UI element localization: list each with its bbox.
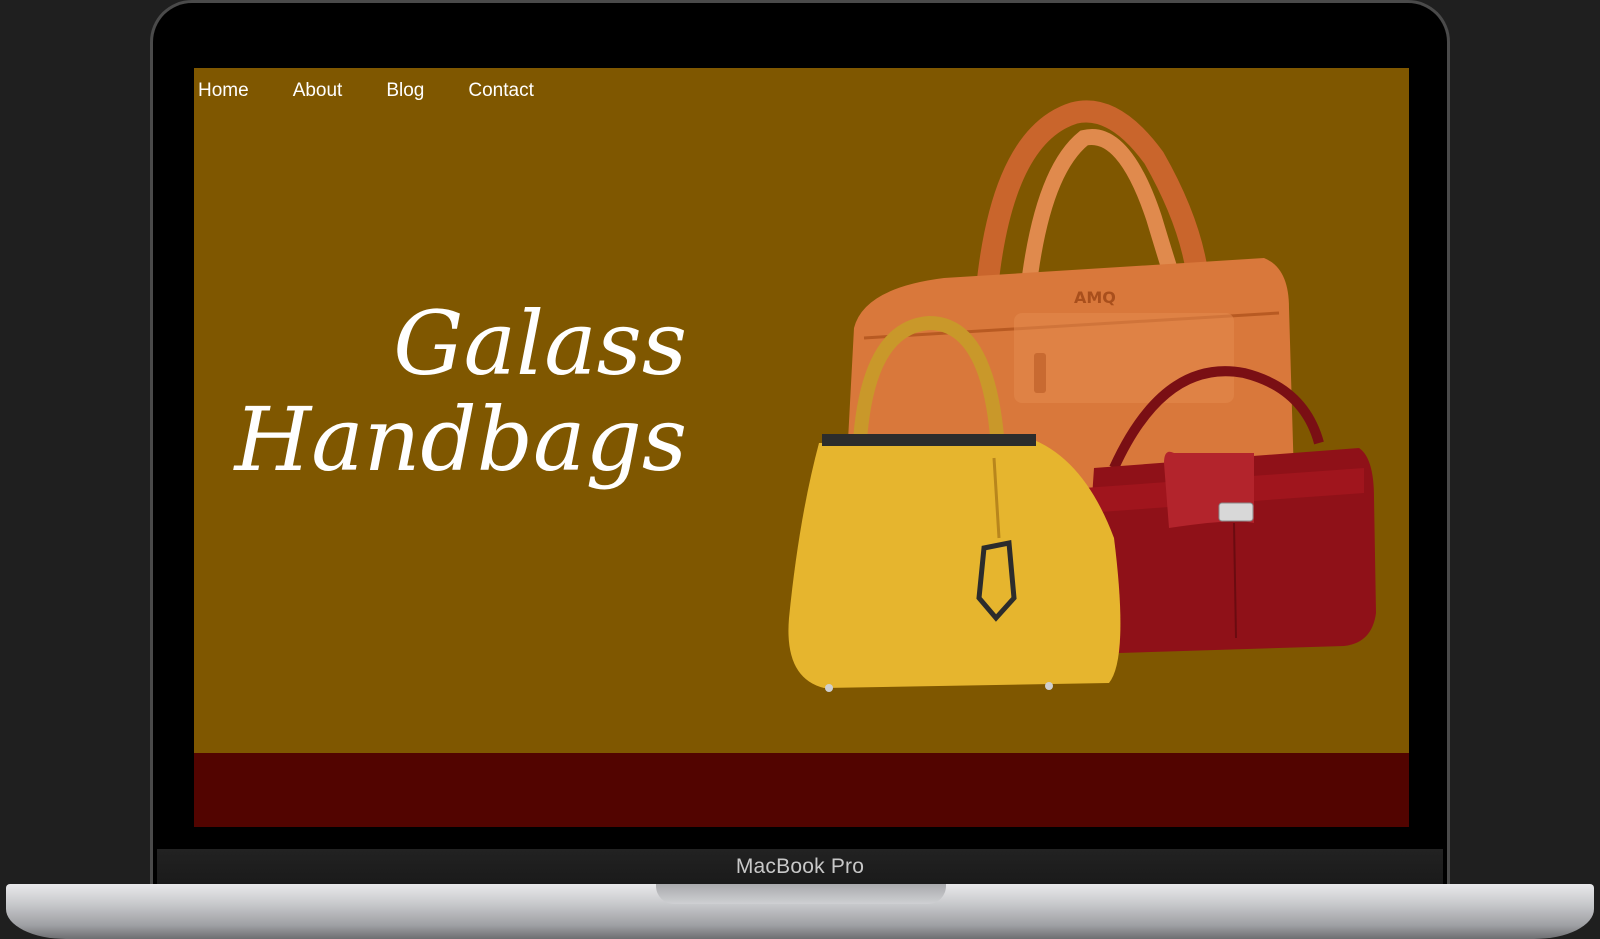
device-label: MacBook Pro [735,855,865,878]
hero-title-line2: Handbags [234,388,687,491]
handbags-image: AMQ [788,100,1376,692]
nav-contact-link[interactable]: Contact [468,80,533,102]
website-screen: Home About Blog Contact Galass Handbags … [194,68,1409,827]
nav-about-link[interactable]: About [293,80,343,102]
nav-home-link[interactable]: Home [198,80,249,102]
nav-blog-link[interactable]: Blog [386,80,424,102]
footer-band [194,753,1409,827]
laptop-chin: MacBook Pro [157,849,1443,885]
main-nav: Home About Blog Contact [198,80,578,102]
hero-title: Galass Handbags [202,296,687,488]
hero-title-line1: Galass [393,292,687,395]
laptop-notch [656,884,946,904]
svg-text:AMQ: AMQ [1074,288,1116,307]
